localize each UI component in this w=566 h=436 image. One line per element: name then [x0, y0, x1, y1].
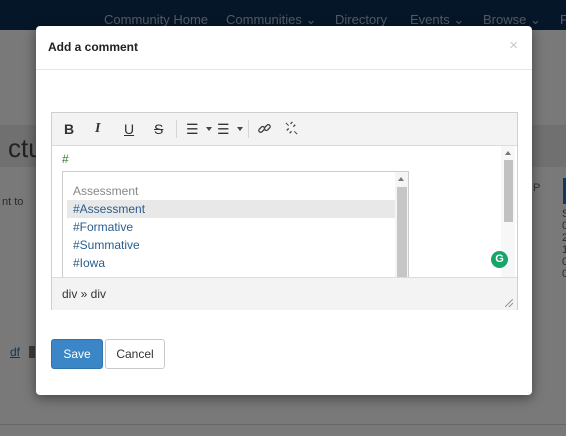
unlink-icon[interactable] [284, 121, 299, 139]
suggestion-item[interactable]: #Iowa [67, 254, 395, 272]
scroll-up-icon[interactable] [505, 151, 511, 155]
numbered-list-icon[interactable]: ☰ [217, 121, 230, 137]
editor-statusbar: div » div [52, 277, 517, 310]
comment-editor: B I U S ☰ ☰ # Assessment #Assessment #Fo… [51, 112, 518, 310]
editor-content[interactable]: # Assessment #Assessment #Formative #Sum… [52, 146, 517, 278]
grammarly-icon[interactable]: G [491, 251, 508, 268]
link-icon[interactable] [257, 121, 272, 139]
close-icon[interactable]: × [509, 37, 518, 54]
suggestion-scrollbar[interactable] [395, 172, 408, 277]
toolbar-separator [248, 120, 249, 138]
underline-button[interactable]: U [124, 121, 134, 137]
scrollbar-thumb[interactable] [504, 160, 513, 222]
add-comment-dialog: Add a comment × B I U S ☰ ☰ # Assessment [36, 26, 532, 395]
bullet-list-dropdown-icon[interactable] [206, 127, 212, 131]
suggestion-header: Assessment [73, 184, 139, 198]
numbered-list-dropdown-icon[interactable] [237, 127, 243, 131]
toolbar-separator [176, 120, 177, 138]
element-path: div » div [62, 287, 107, 301]
suggestion-item[interactable]: #Assessment [67, 200, 395, 218]
hashtag-suggestion-list: Assessment #Assessment #Formative #Summa… [62, 171, 409, 278]
suggestion-item[interactable]: #Summative [67, 236, 395, 254]
cancel-button[interactable]: Cancel [105, 339, 165, 369]
dialog-header-divider [36, 69, 532, 70]
editor-text: # [62, 152, 69, 166]
scrollbar-thumb[interactable] [397, 187, 407, 277]
bold-button[interactable]: B [64, 121, 74, 137]
italic-button[interactable]: I [95, 121, 100, 137]
suggestion-item[interactable]: #Formative [67, 218, 395, 236]
dialog-title: Add a comment [48, 40, 139, 54]
save-button[interactable]: Save [51, 339, 103, 369]
scroll-up-icon[interactable] [398, 177, 404, 181]
editor-toolbar: B I U S ☰ ☰ [52, 113, 517, 146]
strikethrough-button[interactable]: S [154, 121, 163, 137]
resize-handle-icon[interactable] [505, 299, 513, 307]
bullet-list-icon[interactable]: ☰ [186, 121, 199, 137]
